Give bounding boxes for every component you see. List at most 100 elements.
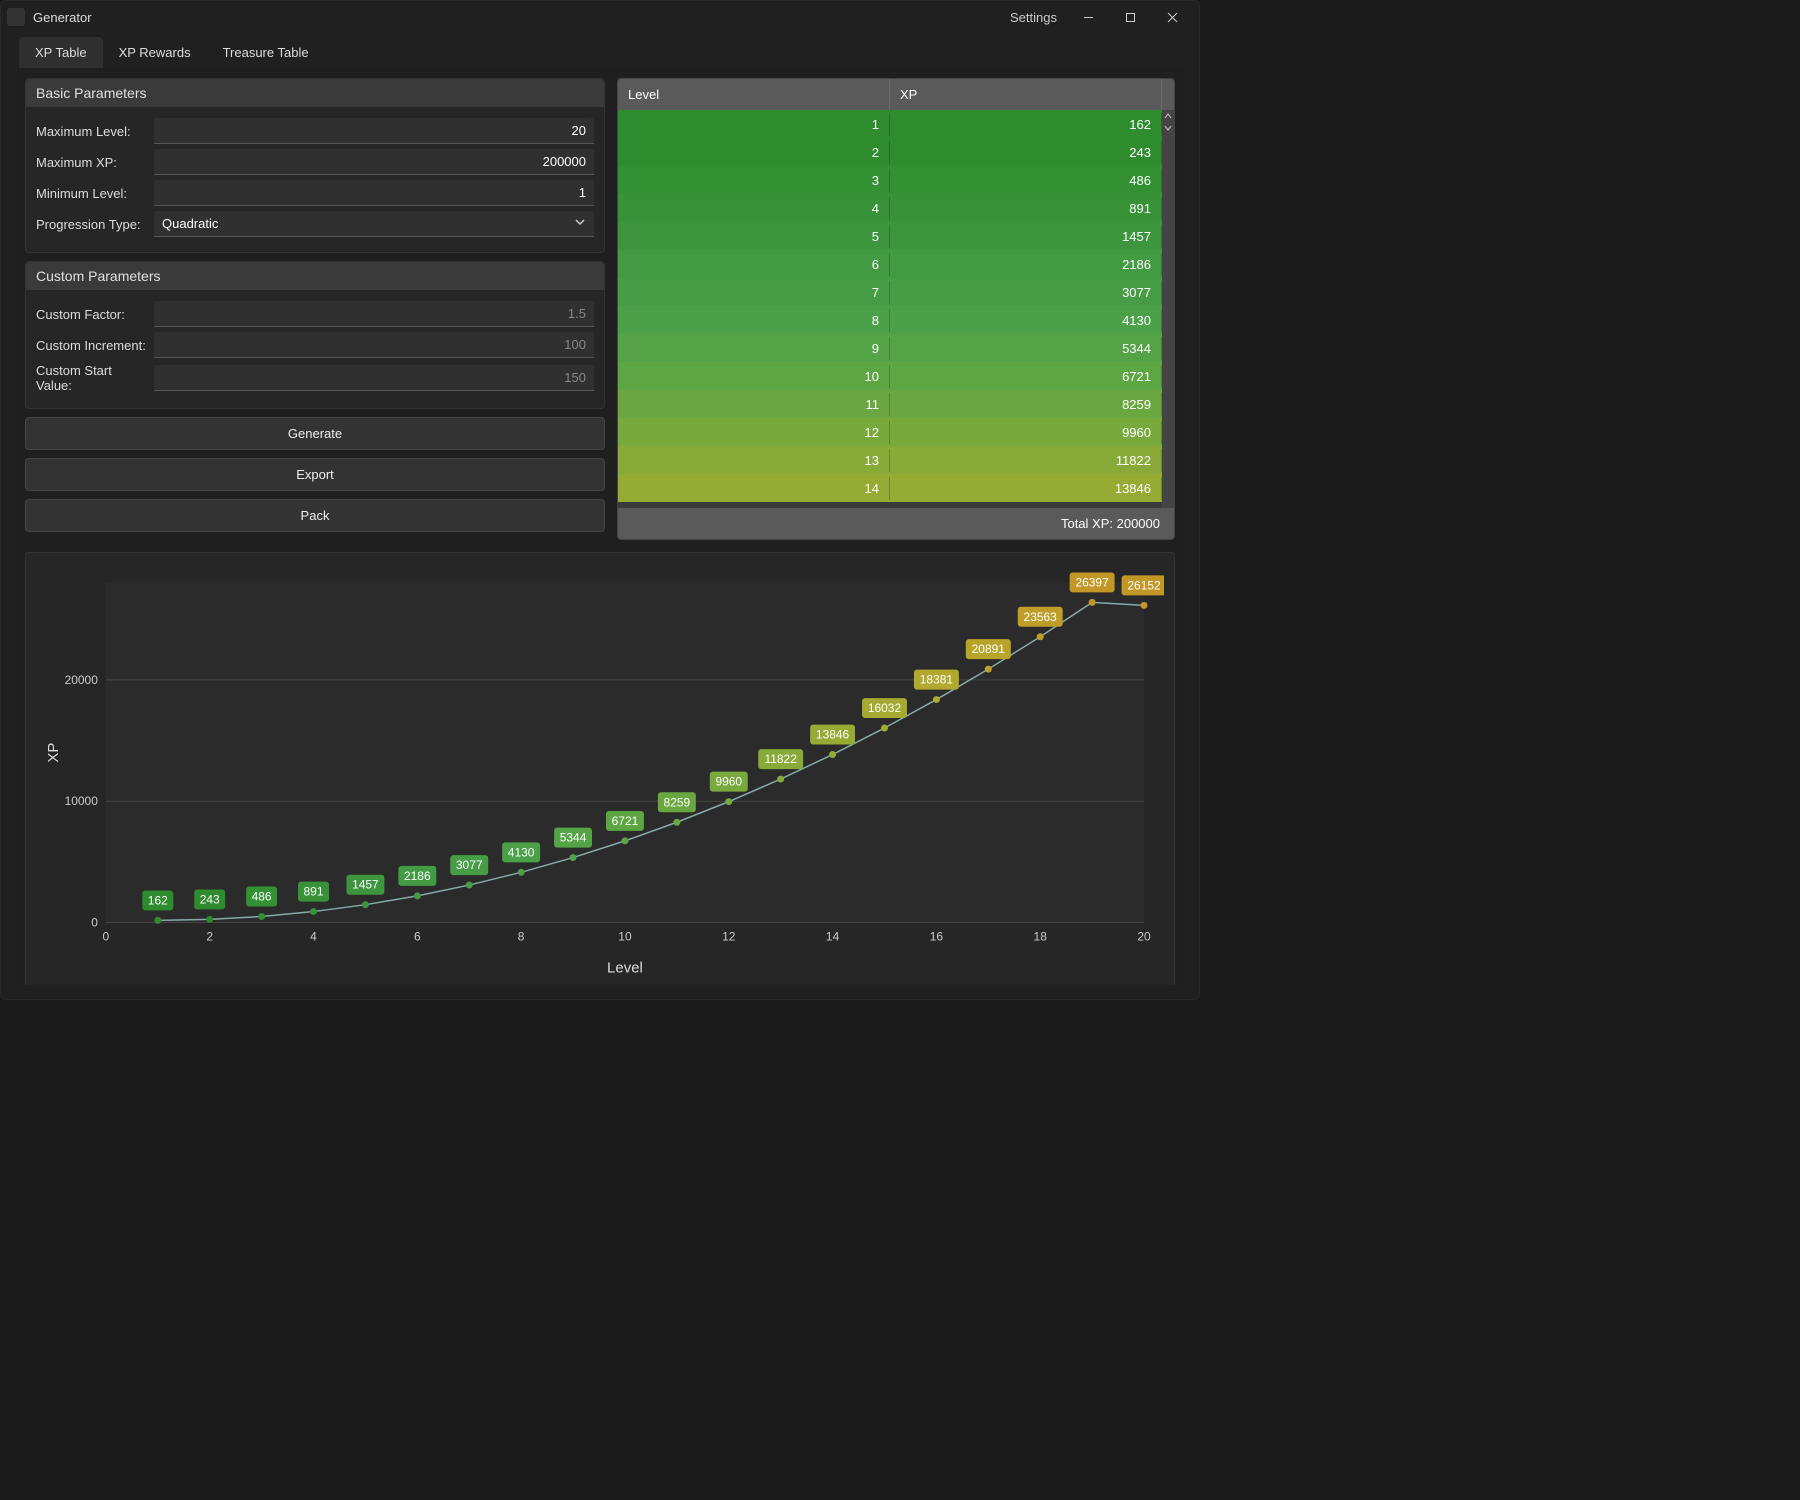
table-scrollbar[interactable] — [1162, 110, 1174, 508]
table-total: Total XP: 200000 — [618, 508, 1174, 539]
cell-xp: 891 — [890, 197, 1162, 220]
cell-xp: 2186 — [890, 253, 1162, 276]
svg-text:6: 6 — [414, 929, 421, 943]
svg-text:486: 486 — [252, 889, 272, 903]
svg-text:4130: 4130 — [508, 845, 535, 859]
cell-xp: 162 — [890, 113, 1162, 136]
xp-chart: 0100002000002468101214161820LevelXP16224… — [36, 563, 1164, 982]
custom-parameters-section: Custom Parameters Custom Factor: 1.5 Cus… — [25, 261, 605, 409]
svg-text:26397: 26397 — [1075, 575, 1109, 589]
svg-text:5344: 5344 — [560, 831, 587, 845]
svg-text:891: 891 — [304, 885, 324, 899]
table-header: Level XP — [618, 79, 1174, 110]
cell-level: 9 — [618, 337, 890, 360]
minimize-button[interactable] — [1067, 3, 1109, 31]
tab-xp-table[interactable]: XP Table — [19, 37, 103, 68]
cell-level: 1 — [618, 113, 890, 136]
cell-level: 6 — [618, 253, 890, 276]
cell-xp: 9960 — [890, 421, 1162, 444]
cell-level: 11 — [618, 393, 890, 416]
custom-factor-input[interactable]: 1.5 — [154, 301, 594, 327]
min-level-input[interactable]: 1 — [154, 180, 594, 206]
col-level[interactable]: Level — [618, 79, 890, 110]
max-xp-input[interactable]: 200000 — [154, 149, 594, 175]
custom-start-label: Custom Start Value: — [36, 363, 146, 393]
cell-xp: 1457 — [890, 225, 1162, 248]
tab-treasure-table[interactable]: Treasure Table — [207, 37, 325, 68]
table-row[interactable]: 84130 — [618, 306, 1162, 334]
svg-text:18: 18 — [1034, 929, 1048, 943]
progression-type-value: Quadratic — [162, 216, 218, 231]
max-level-input[interactable]: 20 — [154, 118, 594, 144]
table-row[interactable]: 106721 — [618, 362, 1162, 390]
cell-level: 3 — [618, 169, 890, 192]
export-button[interactable]: Export — [25, 458, 605, 491]
cell-xp: 3077 — [890, 281, 1162, 304]
table-row[interactable]: 1311822 — [618, 446, 1162, 474]
maximize-button[interactable] — [1109, 3, 1151, 31]
tab-bar: XP Table XP Rewards Treasure Table — [1, 33, 1199, 68]
svg-text:16032: 16032 — [868, 701, 902, 715]
svg-text:4: 4 — [310, 929, 317, 943]
generate-button[interactable]: Generate — [25, 417, 605, 450]
svg-text:20: 20 — [1137, 929, 1151, 943]
table-body: 1162224334864891514576218673077841309534… — [618, 110, 1162, 508]
cell-xp: 243 — [890, 141, 1162, 164]
basic-parameters-section: Basic Parameters Maximum Level: 20 Maxim… — [25, 78, 605, 253]
chevron-down-icon — [574, 216, 586, 231]
svg-text:20000: 20000 — [65, 673, 99, 687]
titlebar: Generator Settings — [1, 1, 1199, 33]
table-row[interactable]: 4891 — [618, 194, 1162, 222]
svg-text:243: 243 — [200, 892, 220, 906]
col-xp[interactable]: XP — [890, 79, 1162, 110]
svg-text:6721: 6721 — [612, 814, 639, 828]
cell-level: 7 — [618, 281, 890, 304]
svg-text:12: 12 — [722, 929, 736, 943]
svg-text:8: 8 — [518, 929, 525, 943]
chart-panel: 0100002000002468101214161820LevelXP16224… — [25, 552, 1175, 985]
progression-type-select[interactable]: Quadratic — [154, 211, 594, 237]
table-row[interactable]: 129960 — [618, 418, 1162, 446]
custom-start-input[interactable]: 150 — [154, 365, 594, 391]
table-row[interactable]: 3486 — [618, 166, 1162, 194]
svg-text:18381: 18381 — [920, 673, 954, 687]
svg-text:0: 0 — [91, 915, 98, 929]
svg-text:26152: 26152 — [1127, 578, 1161, 592]
close-button[interactable] — [1151, 3, 1193, 31]
min-level-label: Minimum Level: — [36, 186, 146, 201]
svg-text:23563: 23563 — [1024, 610, 1058, 624]
custom-parameters-header: Custom Parameters — [26, 262, 604, 290]
content-area: Basic Parameters Maximum Level: 20 Maxim… — [15, 68, 1185, 985]
basic-parameters-header: Basic Parameters — [26, 79, 604, 107]
cell-xp: 13846 — [890, 477, 1162, 500]
svg-text:0: 0 — [103, 929, 110, 943]
table-row[interactable]: 62186 — [618, 250, 1162, 278]
scroll-down-icon[interactable] — [1162, 122, 1174, 134]
progression-type-label: Progression Type: — [36, 217, 146, 232]
cell-level: 2 — [618, 141, 890, 164]
svg-text:10000: 10000 — [65, 794, 99, 808]
settings-button[interactable]: Settings — [1000, 6, 1067, 29]
cell-level: 5 — [618, 225, 890, 248]
table-row[interactable]: 1162 — [618, 110, 1162, 138]
cell-xp: 8259 — [890, 393, 1162, 416]
pack-button[interactable]: Pack — [25, 499, 605, 532]
table-row[interactable]: 95344 — [618, 334, 1162, 362]
table-row[interactable]: 73077 — [618, 278, 1162, 306]
scroll-up-icon[interactable] — [1162, 110, 1174, 122]
cell-xp: 4130 — [890, 309, 1162, 332]
cell-xp: 5344 — [890, 337, 1162, 360]
max-level-label: Maximum Level: — [36, 124, 146, 139]
table-row[interactable]: 118259 — [618, 390, 1162, 418]
svg-text:14: 14 — [826, 929, 840, 943]
svg-text:1457: 1457 — [352, 878, 379, 892]
svg-text:2186: 2186 — [404, 869, 431, 883]
app-window: Generator Settings XP Table XP Rewards T… — [0, 0, 1200, 1000]
custom-increment-input[interactable]: 100 — [154, 332, 594, 358]
xp-table: Level XP 1162224334864891514576218673077… — [617, 78, 1175, 540]
table-row[interactable]: 2243 — [618, 138, 1162, 166]
table-row[interactable]: 51457 — [618, 222, 1162, 250]
table-row[interactable]: 1413846 — [618, 474, 1162, 502]
tab-xp-rewards[interactable]: XP Rewards — [103, 37, 207, 68]
cell-level: 8 — [618, 309, 890, 332]
